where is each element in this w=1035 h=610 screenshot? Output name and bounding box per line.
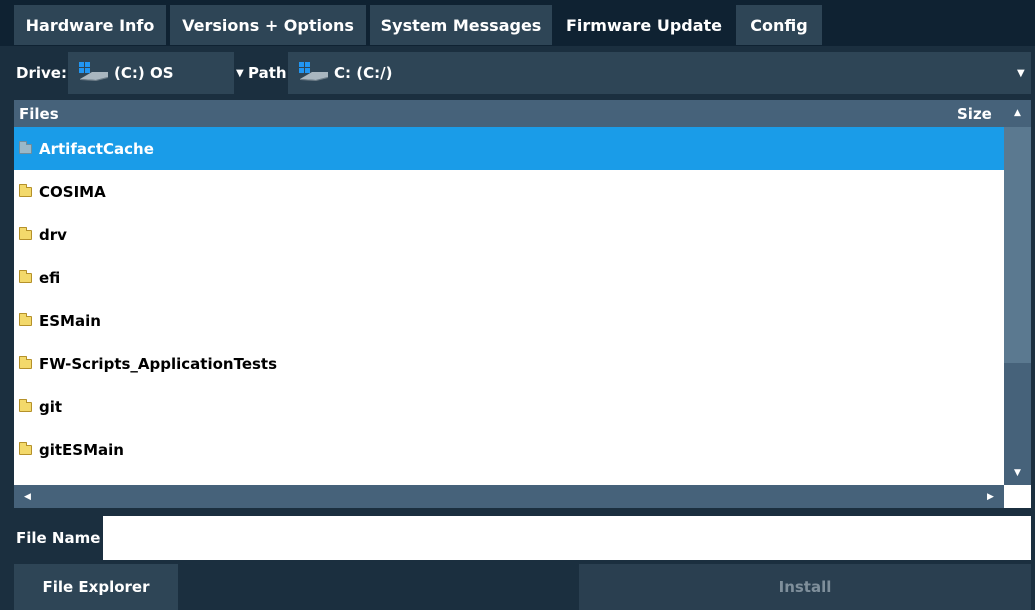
- list-item[interactable]: ArtifactCache: [14, 127, 1004, 170]
- horizontal-scrollbar[interactable]: ◀ ▶: [14, 485, 1004, 508]
- scrollbar-corner: [1004, 485, 1031, 508]
- folder-icon: [19, 355, 32, 369]
- list-item[interactable]: FW-Scripts_ApplicationTests: [14, 342, 1004, 385]
- folder-icon: [19, 183, 32, 197]
- list-item[interactable]: COSIMA: [14, 170, 1004, 213]
- vertical-scrollbar[interactable]: ▲ ▼: [1004, 100, 1031, 485]
- file-name: drv: [39, 225, 67, 244]
- list-item[interactable]: ESMain: [14, 299, 1004, 342]
- list-item[interactable]: efi: [14, 256, 1004, 299]
- path-drive-icon: [296, 61, 330, 85]
- folder-icon: [19, 441, 32, 455]
- folder-icon: [19, 226, 32, 240]
- folder-icon: [19, 140, 32, 154]
- list-item[interactable]: gitESMain: [14, 428, 1004, 471]
- file-name-input[interactable]: [103, 516, 1031, 560]
- folder-icon: [19, 398, 32, 412]
- drive-icon: [76, 61, 110, 85]
- file-name-label: File Name: [16, 529, 101, 547]
- file-explorer-button[interactable]: File Explorer: [14, 564, 178, 610]
- vertical-scroll-thumb[interactable]: [1004, 127, 1031, 363]
- path-dropdown-arrow-icon[interactable]: ▼: [1017, 52, 1025, 94]
- path-label: Path:: [248, 64, 293, 82]
- column-files[interactable]: Files: [19, 105, 59, 123]
- path-select[interactable]: C: (C:/) ▼: [288, 52, 1031, 94]
- scroll-right-icon[interactable]: ▶: [977, 485, 1004, 508]
- path-bar: Drive: (C:) OS ▼ Path: C: (C:/) ▼: [0, 52, 1035, 94]
- file-name: gitESMain: [39, 440, 124, 459]
- folder-icon: [19, 269, 32, 283]
- scroll-left-icon[interactable]: ◀: [14, 485, 41, 508]
- file-list-header: Files Size: [14, 100, 1004, 127]
- list-item[interactable]: git: [14, 385, 1004, 428]
- tab-versions-options[interactable]: Versions + Options: [170, 5, 366, 45]
- file-name: ArtifactCache: [39, 139, 154, 158]
- tab-config[interactable]: Config: [736, 5, 822, 45]
- file-name: efi: [39, 268, 61, 287]
- drive-value: (C:) OS: [114, 64, 174, 82]
- tab-system-messages[interactable]: System Messages: [370, 5, 552, 45]
- file-list[interactable]: Files Size ArtifactCache COSIMA drv efi …: [14, 100, 1031, 508]
- drive-label: Drive:: [16, 64, 67, 82]
- tab-firmware-update[interactable]: Firmware Update: [556, 5, 732, 45]
- column-size[interactable]: Size: [957, 105, 992, 123]
- file-name: FW-Scripts_ApplicationTests: [39, 354, 278, 373]
- folder-icon: [19, 312, 32, 326]
- tab-hardware-info[interactable]: Hardware Info: [14, 5, 166, 45]
- scroll-up-icon[interactable]: ▲: [1004, 102, 1031, 124]
- drive-select[interactable]: (C:) OS: [68, 52, 234, 94]
- drive-dropdown-arrow-icon[interactable]: ▼: [236, 52, 244, 94]
- file-name: git: [39, 397, 63, 416]
- file-name: COSIMA: [39, 182, 106, 201]
- tab-bar: Hardware Info Versions + Options System …: [0, 0, 1035, 46]
- file-rows: ArtifactCache COSIMA drv efi ESMain FW-S…: [14, 127, 1004, 485]
- install-button[interactable]: Install: [579, 564, 1031, 610]
- scroll-down-icon[interactable]: ▼: [1004, 462, 1031, 484]
- path-value: C: (C:/): [334, 64, 393, 82]
- file-name: ESMain: [39, 311, 101, 330]
- list-item[interactable]: drv: [14, 213, 1004, 256]
